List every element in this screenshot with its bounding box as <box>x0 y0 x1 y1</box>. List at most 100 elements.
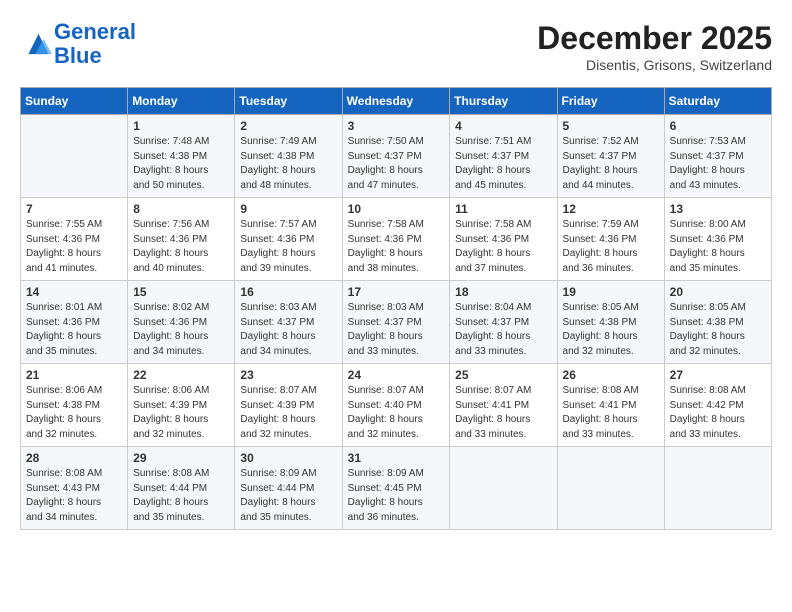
calendar-cell: 12 Sunrise: 7:59 AM Sunset: 4:36 PM Dayli… <box>557 198 664 281</box>
weekday-saturday: Saturday <box>664 88 771 115</box>
calendar-cell: 19Sunrise: 8:05 AM Sunset: 4:38 PM Dayli… <box>557 281 664 364</box>
calendar-cell: 30Sunrise: 8:09 AM Sunset: 4:44 PM Dayli… <box>235 447 342 530</box>
calendar-cell: 28 Sunrise: 8:08 AM Sunset: 4:43 PM Dayli… <box>21 447 128 530</box>
logo-icon <box>20 30 52 58</box>
day-info: Sunrise: 7:52 AM Sunset: 4:37 PM Dayligh… <box>563 135 659 193</box>
day-number: 9 <box>240 202 336 216</box>
calendar-cell: 9 Sunrise: 7:57 AM Sunset: 4:36 PM Daylig… <box>235 198 342 281</box>
weekday-wednesday: Wednesday <box>342 88 450 115</box>
day-info: Sunrise: 8:07 AM Sunset: 4:40 PM Dayligh… <box>348 384 445 442</box>
day-number: 3 <box>348 119 445 133</box>
day-number: 16 <box>240 285 336 299</box>
week-row-1: 1 Sunrise: 7:48 AM Sunset: 4:38 PM Daylig… <box>21 115 772 198</box>
day-number: 14 <box>26 285 122 299</box>
calendar-cell: 18Sunrise: 8:04 AM Sunset: 4:37 PM Dayli… <box>450 281 557 364</box>
day-number: 21 <box>26 368 122 382</box>
day-info: Sunrise: 7:50 AM Sunset: 4:37 PM Dayligh… <box>348 135 445 193</box>
day-number: 28 <box>26 451 122 465</box>
week-row-3: 14 Sunrise: 8:01 AM Sunset: 4:36 PM Dayli… <box>21 281 772 364</box>
day-info: Sunrise: 8:08 AM Sunset: 4:44 PM Dayligh… <box>133 467 229 525</box>
calendar-table: SundayMondayTuesdayWednesdayThursdayFrid… <box>20 87 772 530</box>
day-info: Sunrise: 7:57 AM Sunset: 4:36 PM Dayligh… <box>240 218 336 276</box>
calendar-cell: 21Sunrise: 8:06 AM Sunset: 4:38 PM Dayli… <box>21 364 128 447</box>
day-info: Sunrise: 7:48 AM Sunset: 4:38 PM Dayligh… <box>133 135 229 193</box>
calendar-cell: 13 Sunrise: 8:00 AM Sunset: 4:36 PM Dayli… <box>664 198 771 281</box>
day-number: 31 <box>348 451 445 465</box>
day-number: 7 <box>26 202 122 216</box>
day-info: Sunrise: 8:02 AM Sunset: 4:36 PM Dayligh… <box>133 301 229 359</box>
day-info: Sunrise: 7:53 AM Sunset: 4:37 PM Dayligh… <box>670 135 766 193</box>
logo-text: General Blue <box>54 20 136 68</box>
day-info: Sunrise: 8:08 AM Sunset: 4:42 PM Dayligh… <box>670 384 766 442</box>
day-number: 13 <box>670 202 766 216</box>
day-info: Sunrise: 8:00 AM Sunset: 4:36 PM Dayligh… <box>670 218 766 276</box>
weekday-tuesday: Tuesday <box>235 88 342 115</box>
day-info: Sunrise: 8:03 AM Sunset: 4:37 PM Dayligh… <box>348 301 445 359</box>
calendar-cell: 11 Sunrise: 7:58 AM Sunset: 4:36 PM Dayli… <box>450 198 557 281</box>
day-info: Sunrise: 8:06 AM Sunset: 4:39 PM Dayligh… <box>133 384 229 442</box>
day-info: Sunrise: 8:09 AM Sunset: 4:45 PM Dayligh… <box>348 467 445 525</box>
calendar-cell: 3 Sunrise: 7:50 AM Sunset: 4:37 PM Daylig… <box>342 115 450 198</box>
calendar-cell: 14 Sunrise: 8:01 AM Sunset: 4:36 PM Dayli… <box>21 281 128 364</box>
day-number: 24 <box>348 368 445 382</box>
day-number: 12 <box>563 202 659 216</box>
day-number: 29 <box>133 451 229 465</box>
month-title: December 2025 <box>537 20 772 57</box>
day-number: 1 <box>133 119 229 133</box>
calendar-cell: 2Sunrise: 7:49 AM Sunset: 4:38 PM Daylig… <box>235 115 342 198</box>
calendar-cell: 31 Sunrise: 8:09 AM Sunset: 4:45 PM Dayli… <box>342 447 450 530</box>
calendar-cell: 29 Sunrise: 8:08 AM Sunset: 4:44 PM Dayli… <box>128 447 235 530</box>
calendar-cell: 26Sunrise: 8:08 AM Sunset: 4:41 PM Dayli… <box>557 364 664 447</box>
calendar-cell: 16 Sunrise: 8:03 AM Sunset: 4:37 PM Dayli… <box>235 281 342 364</box>
day-number: 10 <box>348 202 445 216</box>
day-number: 27 <box>670 368 766 382</box>
day-info: Sunrise: 7:58 AM Sunset: 4:36 PM Dayligh… <box>348 218 445 276</box>
calendar-cell: 23Sunrise: 8:07 AM Sunset: 4:39 PM Dayli… <box>235 364 342 447</box>
day-number: 17 <box>348 285 445 299</box>
calendar-cell: 1 Sunrise: 7:48 AM Sunset: 4:38 PM Daylig… <box>128 115 235 198</box>
calendar-cell: 7 Sunrise: 7:55 AM Sunset: 4:36 PM Daylig… <box>21 198 128 281</box>
calendar-cell: 17 Sunrise: 8:03 AM Sunset: 4:37 PM Dayli… <box>342 281 450 364</box>
day-info: Sunrise: 8:07 AM Sunset: 4:41 PM Dayligh… <box>455 384 551 442</box>
day-number: 8 <box>133 202 229 216</box>
day-info: Sunrise: 7:55 AM Sunset: 4:36 PM Dayligh… <box>26 218 122 276</box>
day-info: Sunrise: 7:51 AM Sunset: 4:37 PM Dayligh… <box>455 135 551 193</box>
week-row-2: 7 Sunrise: 7:55 AM Sunset: 4:36 PM Daylig… <box>21 198 772 281</box>
day-info: Sunrise: 7:56 AM Sunset: 4:36 PM Dayligh… <box>133 218 229 276</box>
calendar-cell: 15 Sunrise: 8:02 AM Sunset: 4:36 PM Dayli… <box>128 281 235 364</box>
logo-general: General <box>54 19 136 44</box>
title-block: December 2025 Disentis, Grisons, Switzer… <box>537 20 772 73</box>
day-number: 26 <box>563 368 659 382</box>
calendar-cell: 4 Sunrise: 7:51 AM Sunset: 4:37 PM Daylig… <box>450 115 557 198</box>
day-info: Sunrise: 8:03 AM Sunset: 4:37 PM Dayligh… <box>240 301 336 359</box>
calendar-cell: 24 Sunrise: 8:07 AM Sunset: 4:40 PM Dayli… <box>342 364 450 447</box>
day-info: Sunrise: 7:59 AM Sunset: 4:36 PM Dayligh… <box>563 218 659 276</box>
logo: General Blue <box>20 20 136 68</box>
day-number: 23 <box>240 368 336 382</box>
day-number: 6 <box>670 119 766 133</box>
day-info: Sunrise: 8:01 AM Sunset: 4:36 PM Dayligh… <box>26 301 122 359</box>
calendar-cell: 25Sunrise: 8:07 AM Sunset: 4:41 PM Dayli… <box>450 364 557 447</box>
calendar-cell: 10 Sunrise: 7:58 AM Sunset: 4:36 PM Dayli… <box>342 198 450 281</box>
calendar-cell: 5 Sunrise: 7:52 AM Sunset: 4:37 PM Daylig… <box>557 115 664 198</box>
day-info: Sunrise: 8:04 AM Sunset: 4:37 PM Dayligh… <box>455 301 551 359</box>
day-number: 15 <box>133 285 229 299</box>
day-number: 30 <box>240 451 336 465</box>
calendar-cell: 20Sunrise: 8:05 AM Sunset: 4:38 PM Dayli… <box>664 281 771 364</box>
day-number: 11 <box>455 202 551 216</box>
page: General Blue December 2025 Disentis, Gri… <box>0 0 792 540</box>
day-info: Sunrise: 7:58 AM Sunset: 4:36 PM Dayligh… <box>455 218 551 276</box>
day-number: 4 <box>455 119 551 133</box>
day-info: Sunrise: 8:05 AM Sunset: 4:38 PM Dayligh… <box>563 301 659 359</box>
day-number: 5 <box>563 119 659 133</box>
calendar-cell <box>557 447 664 530</box>
calendar-cell <box>21 115 128 198</box>
day-info: Sunrise: 8:08 AM Sunset: 4:43 PM Dayligh… <box>26 467 122 525</box>
day-number: 22 <box>133 368 229 382</box>
week-row-5: 28 Sunrise: 8:08 AM Sunset: 4:43 PM Dayli… <box>21 447 772 530</box>
calendar-cell: 8 Sunrise: 7:56 AM Sunset: 4:36 PM Daylig… <box>128 198 235 281</box>
weekday-sunday: Sunday <box>21 88 128 115</box>
header: General Blue December 2025 Disentis, Gri… <box>20 20 772 73</box>
calendar-cell: 27 Sunrise: 8:08 AM Sunset: 4:42 PM Dayli… <box>664 364 771 447</box>
weekday-thursday: Thursday <box>450 88 557 115</box>
